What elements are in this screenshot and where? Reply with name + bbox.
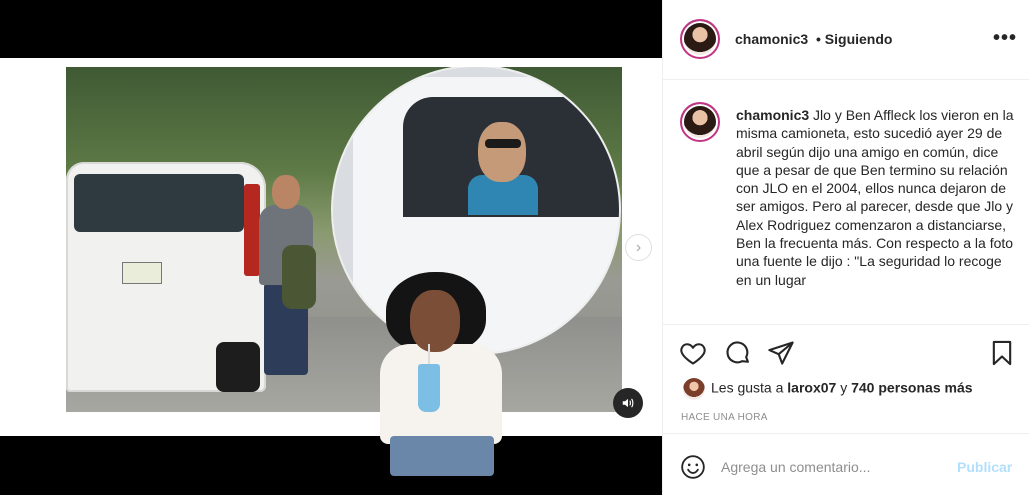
caption-text: Jlo y Ben Affleck los vieron en la misma… [736,107,1014,288]
next-media-button[interactable]: › [625,234,652,261]
post-caption: chamonic3 Jlo y Ben Affleck los vieron e… [736,106,1016,289]
white-suv [66,162,266,392]
comment-composer: Publicar [663,433,1029,495]
caption-avatar[interactable] [680,102,720,142]
emoji-icon[interactable] [680,454,706,480]
chevron-right-icon: › [635,239,642,256]
comment-icon[interactable] [724,339,752,367]
post-sidebar: chamonic3 • Siguiendo ••• chamonic3 Jlo … [662,0,1029,495]
liker-username[interactable]: larox07 [787,380,836,396]
reaction-woman-overlay [370,272,510,476]
heart-icon[interactable] [679,339,707,367]
likes-prefix: Les gusta a [711,379,784,396]
publish-button[interactable]: Publicar [957,459,1012,475]
post-actions: Les gusta a larox07 y 740 personas más H… [663,324,1029,432]
speaker-icon [622,398,634,408]
liker-avatar[interactable] [683,378,705,400]
bookmark-icon[interactable] [988,339,1016,367]
more-options-icon[interactable]: ••• [993,27,1017,50]
likes-count[interactable]: 740 personas más [851,380,972,396]
author-avatar[interactable] [680,19,720,59]
post-timestamp[interactable]: HACE UNA HORA [681,412,768,423]
likes-summary: Les gusta a larox07 y 740 personas más [683,378,973,400]
comment-input[interactable] [721,452,941,482]
caption-username[interactable]: chamonic3 [736,107,809,123]
caption-area: chamonic3 Jlo y Ben Affleck los vieron e… [663,81,1029,324]
share-icon[interactable] [767,339,795,367]
post-media: › [0,0,662,495]
post-header: chamonic3 • Siguiendo ••• [663,0,1029,80]
audio-toggle-button[interactable] [613,388,643,418]
likes-joiner: y [840,379,848,396]
post-photo[interactable] [66,67,622,412]
author-username[interactable]: chamonic3 [735,31,808,47]
follow-status[interactable]: • Siguiendo [816,31,892,47]
man-with-backpack [254,175,324,380]
media-frame [0,58,662,476]
